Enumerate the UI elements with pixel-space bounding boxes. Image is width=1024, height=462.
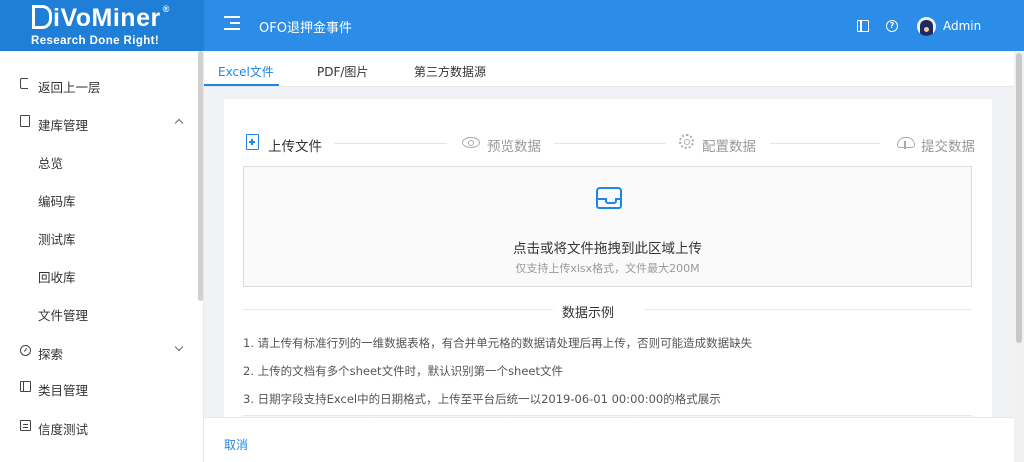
- step-configure: 配置数据: [702, 139, 756, 155]
- tip-line: 2. 上传的文档有多个sheet文件时，默认识别第一个sheet文件: [243, 364, 564, 378]
- tab-pdf-image[interactable]: PDF/图片: [317, 63, 368, 80]
- sidebar-item-label: 类目管理: [38, 383, 89, 398]
- logo-registered-mark: ®: [162, 4, 170, 14]
- top-header: iVoMiner ® Research Done Right! OFO退押金事件 …: [0, 0, 1024, 51]
- divider-line: [644, 309, 972, 310]
- sidebar-scrollbar[interactable]: [198, 51, 203, 301]
- dropzone-hint-text: 仅支持上传xlsx格式，文件最大200M: [515, 262, 700, 275]
- book-icon[interactable]: [857, 20, 869, 32]
- example-title: 数据示例: [562, 306, 615, 321]
- sidebar-item-label: 信度测试: [38, 422, 89, 437]
- tab-third-party[interactable]: 第三方数据源: [414, 63, 486, 80]
- sidebar-item-label: 建库管理: [38, 118, 89, 133]
- help-icon[interactable]: ?: [886, 20, 898, 32]
- step-preview: 预览数据: [487, 139, 541, 155]
- sidebar-item-label: 探索: [38, 347, 64, 362]
- step-upload: 上传文件: [268, 139, 322, 155]
- sidebar-item-file-management[interactable]: 文件管理: [0, 293, 196, 331]
- tab-bar: Excel文件 PDF/图片 第三方数据源: [204, 51, 1014, 87]
- upload-card: 上传文件 预览数据 配置数据 提交数据 点击或将文件拖拽到此区域上传 仅支持上传…: [224, 99, 992, 417]
- step-connector: [334, 143, 447, 144]
- user-name[interactable]: Admin: [943, 19, 981, 33]
- divider-line: [243, 309, 553, 310]
- back-icon: [20, 78, 28, 89]
- cancel-button[interactable]: 取消: [224, 436, 248, 453]
- step-submit: 提交数据: [921, 139, 975, 155]
- sidebar-item-coding-library[interactable]: 编码库: [0, 179, 196, 217]
- sidebar-item-label: 返回上一层: [38, 80, 101, 95]
- chevron-up-icon: [174, 118, 184, 128]
- sidebar-item-label: 编码库: [38, 194, 76, 209]
- sidebar: 返回上一层 建库管理 总览 编码库 测试库 回收库 文件管理 探索 类目管理 信…: [0, 51, 204, 462]
- gear-icon: [679, 134, 694, 149]
- page-title: OFO退押金事件: [259, 21, 352, 36]
- logo-text: iVoMiner: [53, 4, 161, 32]
- cloud-upload-icon: [897, 137, 915, 149]
- tip-line: 1. 请上传有标准行列的一维数据表格，有合并单元格的数据请处理后再上传，否则可能…: [243, 336, 753, 350]
- sidebar-item-back[interactable]: 返回上一层: [0, 65, 196, 103]
- chevron-down-icon: [174, 342, 184, 352]
- logo-tagline: Research Done Right!: [31, 35, 160, 47]
- sidebar-item-label: 测试库: [38, 232, 76, 247]
- tab-active-indicator: [204, 84, 279, 86]
- file-dropzone[interactable]: 点击或将文件拖拽到此区域上传 仅支持上传xlsx格式，文件最大200M: [243, 166, 972, 287]
- page-scrollbar[interactable]: [1014, 51, 1024, 462]
- menu-toggle-icon[interactable]: [224, 16, 240, 30]
- step-connector: [770, 143, 880, 144]
- sidebar-item-label: 文件管理: [38, 308, 89, 323]
- logo[interactable]: iVoMiner ® Research Done Right!: [0, 0, 204, 51]
- upload-file-icon: [246, 134, 259, 150]
- sidebar-item-recycle-library[interactable]: 回收库: [0, 255, 196, 293]
- scrollbar-thumb[interactable]: [1016, 53, 1022, 343]
- gauge-icon: [20, 345, 31, 356]
- upload-panel-area: 上传文件 预览数据 配置数据 提交数据 点击或将文件拖拽到此区域上传 仅支持上传…: [204, 87, 1014, 417]
- sidebar-item-reliability-test[interactable]: 信度测试: [0, 407, 196, 445]
- sidebar-item-build-library[interactable]: 建库管理: [0, 103, 196, 141]
- tip-line: 3. 日期字段支持Excel中的日期格式，上传至平台后统一以2019-06-01…: [243, 392, 721, 406]
- eye-icon: [462, 137, 480, 148]
- logo-d-mark: [32, 5, 52, 29]
- footer-bar: 取消: [204, 417, 1014, 462]
- logo-wordmark: iVoMiner ®: [32, 4, 170, 33]
- sidebar-item-test-library[interactable]: 测试库: [0, 217, 196, 255]
- sidebar-item-label: 总览: [38, 156, 64, 171]
- inbox-icon: [596, 187, 622, 209]
- step-connector: [554, 143, 666, 144]
- main-content: Excel文件 PDF/图片 第三方数据源 上传文件 预览数据 配置数据 提交数…: [204, 51, 1014, 462]
- sidebar-item-category-management[interactable]: 类目管理: [0, 368, 196, 406]
- sidebar-item-explore[interactable]: 探索: [0, 332, 196, 370]
- tab-excel[interactable]: Excel文件: [218, 63, 274, 80]
- dropzone-main-text: 点击或将文件拖拽到此区域上传: [513, 241, 702, 257]
- document-icon: [20, 115, 30, 127]
- avatar[interactable]: [917, 17, 936, 36]
- sidebar-item-overview[interactable]: 总览: [0, 141, 196, 179]
- sidebar-item-label: 回收库: [38, 270, 76, 285]
- test-icon: [20, 420, 31, 431]
- book-icon: [20, 381, 31, 392]
